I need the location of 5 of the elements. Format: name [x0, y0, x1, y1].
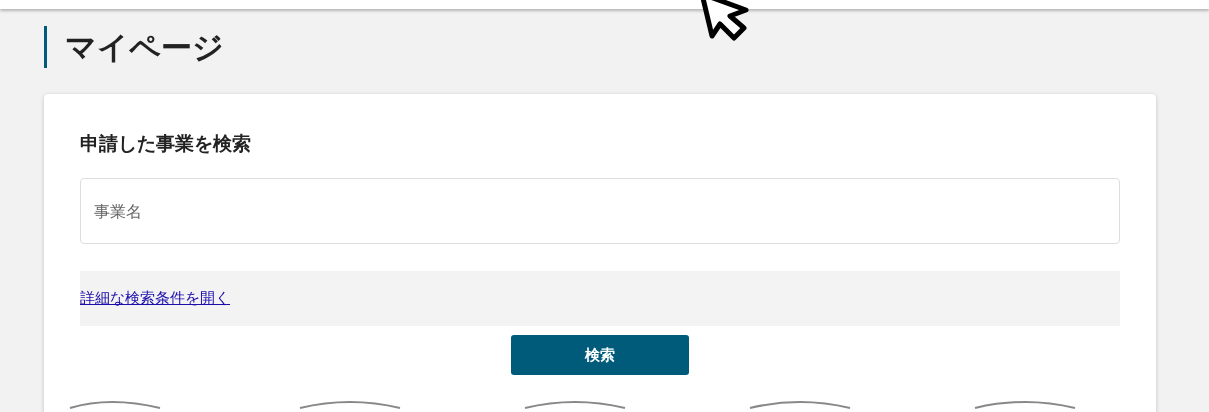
section-heading: 申請した事業を検索 [80, 131, 252, 156]
advanced-search-link[interactable]: 詳細な検索条件を開く [80, 287, 230, 310]
page-title: マイページ [44, 26, 1209, 68]
search-button[interactable]: 検索 [511, 335, 689, 375]
search-field[interactable]: 事業名 [80, 178, 1120, 244]
